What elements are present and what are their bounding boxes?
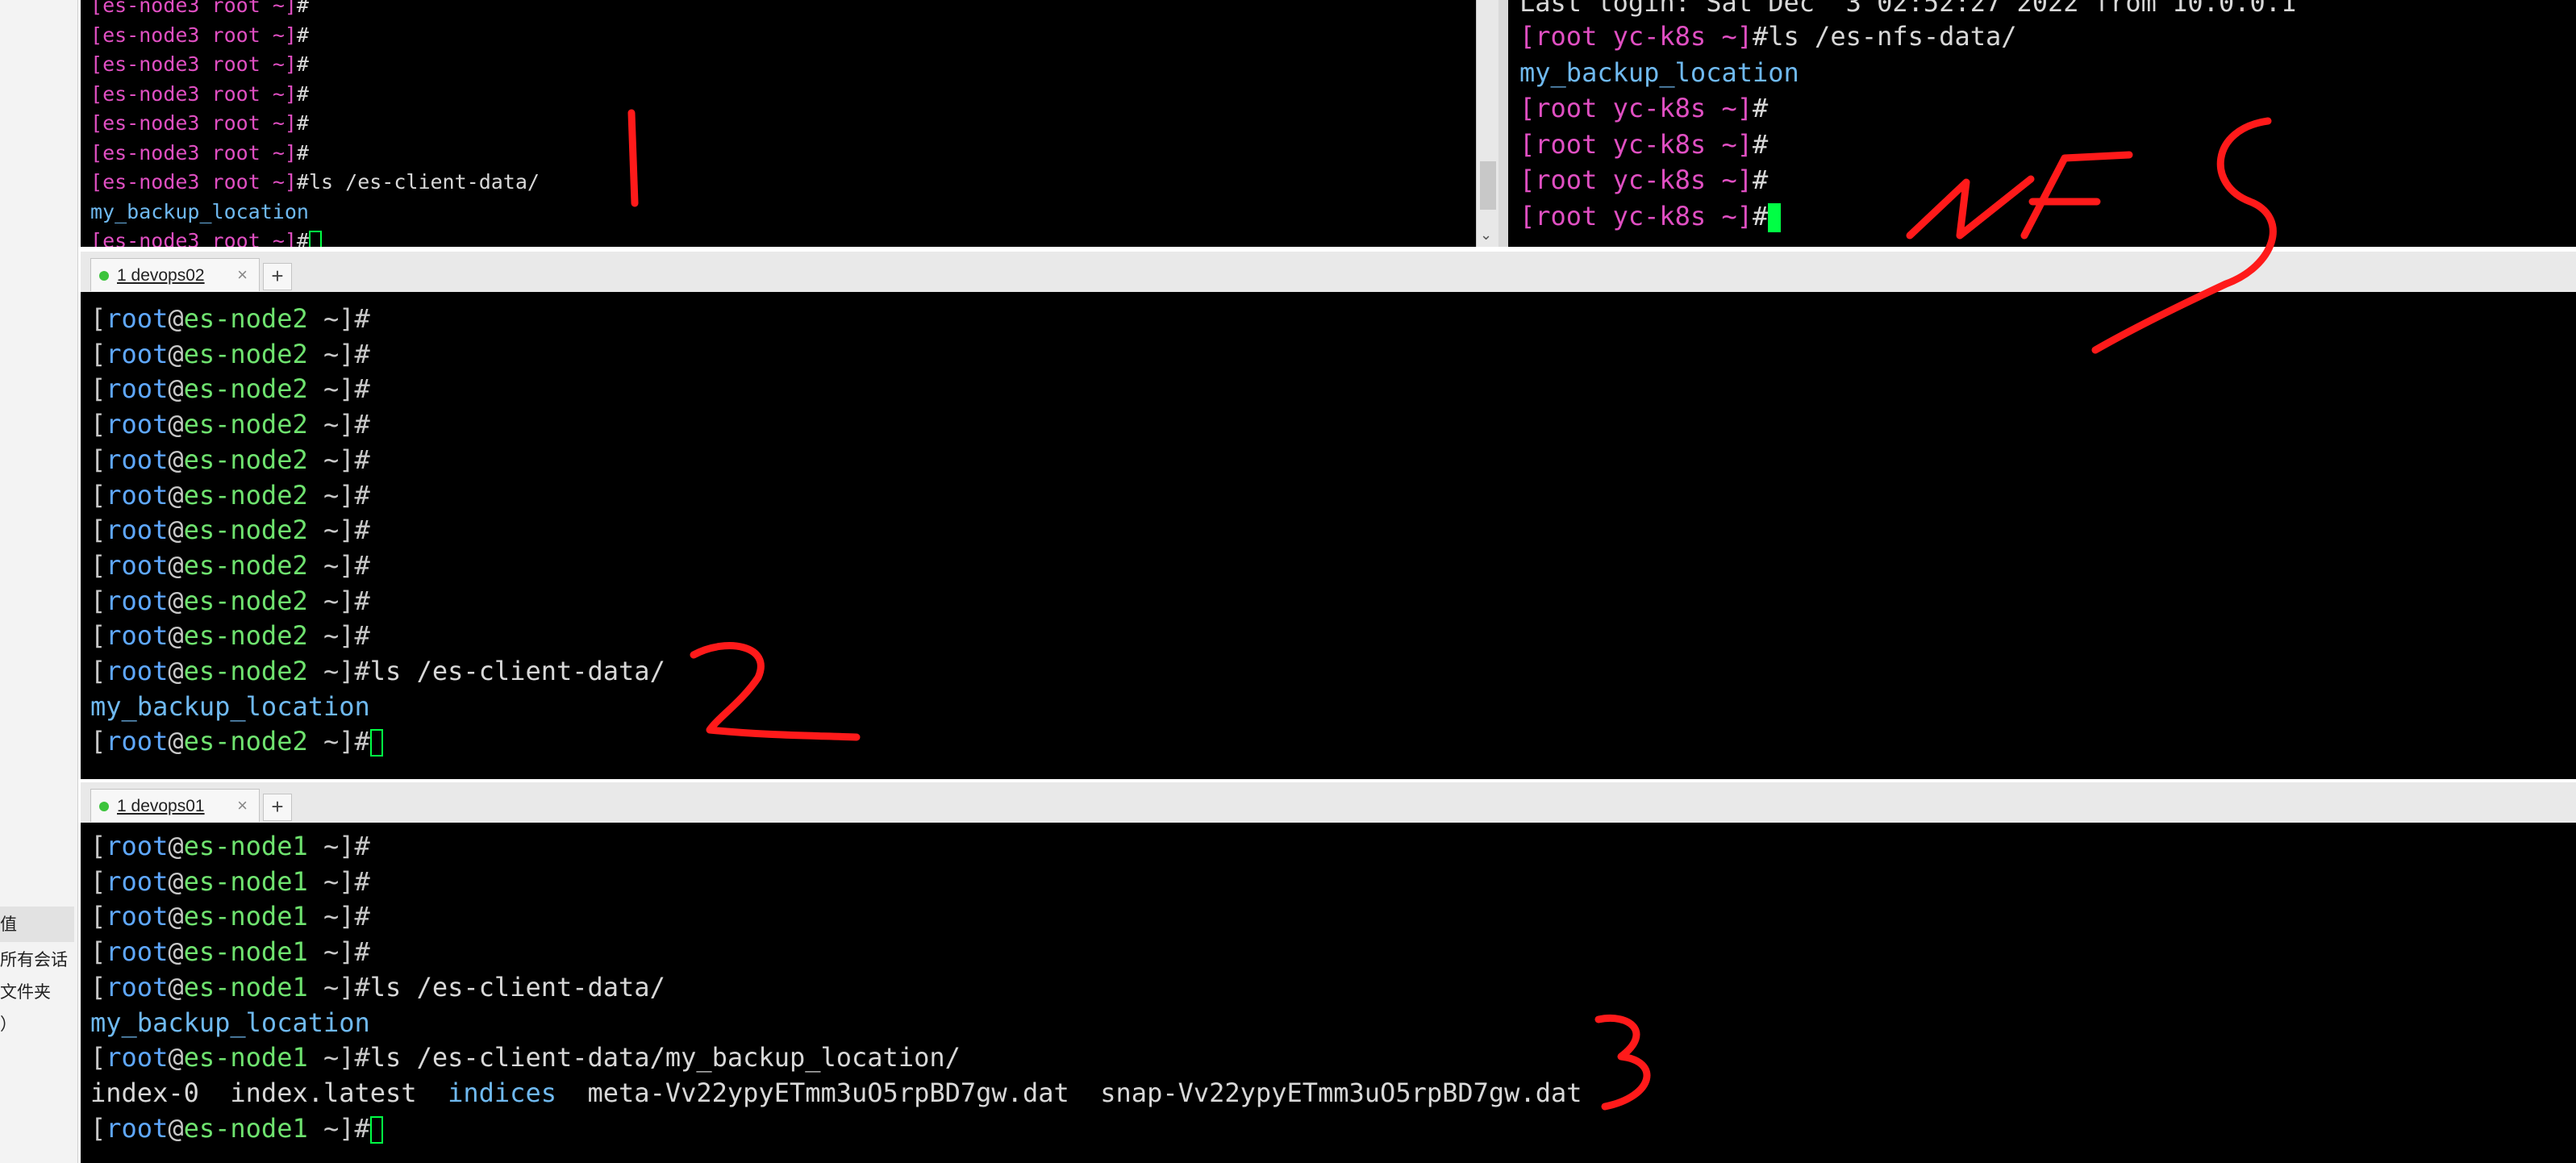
annotation-3: [1594, 1015, 1651, 1111]
annotation-1: [627, 109, 639, 207]
annotation-2: [690, 642, 861, 741]
annotation-strokes: [627, 109, 2277, 1111]
annotation-nfs-n: [1906, 175, 2035, 240]
annotation-nfs-f: [2020, 151, 2133, 240]
handwritten-annotations: [627, 109, 2277, 1111]
